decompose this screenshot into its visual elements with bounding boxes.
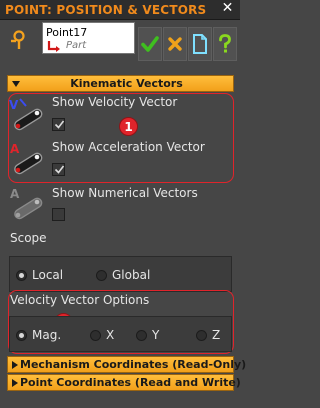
x-icon — [168, 37, 182, 51]
radio-unselected-icon — [90, 329, 101, 341]
highlight-badge-1: 1 — [119, 117, 138, 136]
scope-global-label: Global — [112, 268, 151, 282]
mechanism-coordinates-label: Mechanism Coordinates (Read-Only) — [20, 358, 247, 371]
point-name-box: Part — [42, 22, 135, 54]
help-button[interactable] — [213, 27, 237, 61]
point-coordinates-header[interactable]: Point Coordinates (Read and Write) — [7, 374, 241, 391]
velocity-y-radio[interactable]: Y — [136, 328, 159, 342]
velocity-mag-radio[interactable]: Mag. — [16, 328, 61, 342]
velocity-x-label: X — [106, 328, 115, 342]
scope-label: Scope — [10, 231, 47, 245]
check-icon — [141, 36, 159, 52]
expand-arrow-icon — [12, 361, 18, 369]
numerical-vector-icon: A — [10, 187, 43, 220]
show-velocity-label: Show Velocity Vector — [52, 95, 178, 109]
kinematic-vectors-label: Kinematic Vectors — [70, 77, 183, 90]
scope-global-radio[interactable]: Global — [96, 268, 150, 282]
radio-selected-icon — [16, 329, 27, 341]
part-label: Part — [66, 40, 87, 51]
scope-local-label: Local — [32, 268, 64, 282]
show-numerical-checkbox[interactable] — [52, 208, 65, 221]
ok-button[interactable] — [138, 27, 162, 61]
kinematic-vectors-header[interactable]: Kinematic Vectors — [7, 75, 234, 92]
close-icon[interactable]: ✕ — [220, 1, 235, 16]
show-numerical-label: Show Numerical Vectors — [52, 186, 198, 200]
velocity-z-label: Z — [212, 328, 221, 342]
show-velocity-checkbox[interactable] — [52, 118, 65, 131]
radio-unselected-icon — [136, 329, 147, 341]
svg-text:A: A — [10, 142, 20, 156]
window-title: POINT: POSITION & VECTORS — [5, 3, 207, 17]
part-link-icon — [47, 41, 60, 52]
check-mark-icon — [54, 165, 65, 174]
radio-selected-icon — [16, 269, 27, 281]
question-icon — [219, 34, 231, 53]
velocity-y-label: Y — [152, 328, 160, 342]
expand-arrow-icon — [12, 379, 18, 387]
point-coordinates-label: Point Coordinates (Read and Write) — [20, 376, 241, 389]
check-mark-icon — [54, 120, 65, 129]
velocity-options-label: Velocity Vector Options — [10, 293, 150, 307]
document-icon — [193, 34, 207, 54]
velocity-x-radio[interactable]: X — [90, 328, 114, 342]
velocity-mag-label: Mag. — [32, 328, 62, 342]
show-acceleration-label: Show Acceleration Vector — [52, 140, 205, 154]
svg-text:A: A — [10, 187, 20, 201]
radio-unselected-icon — [96, 269, 107, 281]
velocity-z-radio[interactable]: Z — [196, 328, 220, 342]
cancel-button[interactable] — [163, 27, 187, 61]
mechanism-coordinates-header[interactable]: Mechanism Coordinates (Read-Only) — [7, 356, 247, 373]
scope-local-radio[interactable]: Local — [16, 268, 63, 282]
collapse-arrow-icon — [12, 81, 20, 87]
velocity-vector-icon: V — [9, 98, 43, 131]
point-icon — [11, 30, 25, 49]
radio-unselected-icon — [196, 329, 207, 341]
title-bar: POINT: POSITION & VECTORS ✕ — [0, 0, 240, 20]
velocity-options-panel: Mag. X Y Z — [9, 316, 232, 352]
scope-panel: Local Global — [9, 256, 232, 292]
acceleration-vector-icon: A — [10, 142, 43, 175]
point-name-input[interactable] — [44, 24, 132, 40]
document-button[interactable] — [188, 27, 212, 61]
show-acceleration-checkbox[interactable] — [52, 163, 65, 176]
svg-text:V: V — [9, 98, 19, 112]
